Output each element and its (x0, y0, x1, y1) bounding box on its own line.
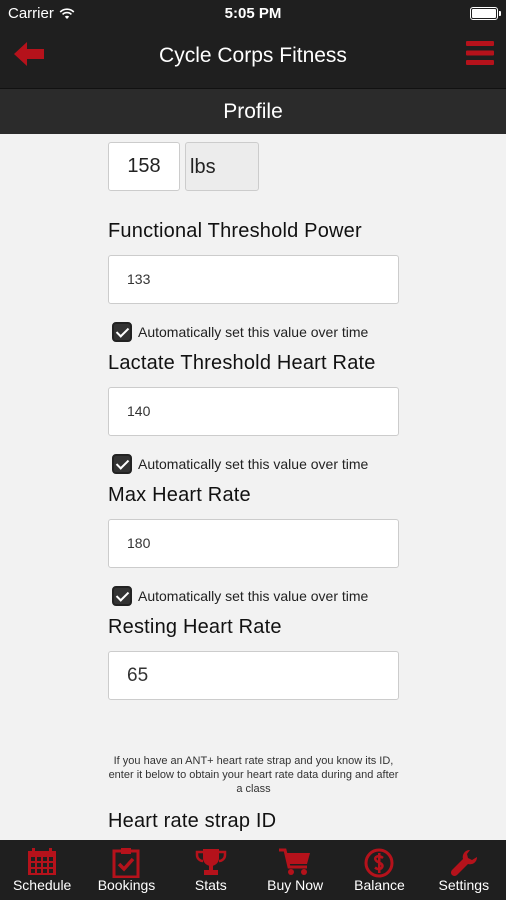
tab-schedule[interactable]: Schedule (0, 840, 84, 900)
hamburger-menu-icon[interactable] (466, 40, 494, 66)
clock: 5:05 PM (224, 5, 282, 22)
strap-id-label: Heart rate strap ID (108, 810, 277, 832)
lthr-auto-checkbox-row[interactable]: Automatically set this value over time (112, 454, 368, 474)
tab-buy-now[interactable]: Buy Now (253, 840, 337, 900)
ftp-label: Functional Threshold Power (108, 220, 362, 242)
app-title: Cycle Corps Fitness (159, 44, 347, 67)
ftp-auto-label: Automatically set this value over time (138, 324, 369, 340)
weight-input[interactable]: 158 (108, 142, 180, 191)
status-bar: Carrier 5:05 PM (0, 0, 506, 28)
tab-schedule-label: Schedule (12, 877, 72, 893)
tab-balance-label: Balance (354, 877, 405, 893)
page-title: Profile (223, 100, 283, 123)
trophy-icon (195, 849, 227, 875)
cart-icon (279, 848, 311, 875)
tab-settings[interactable]: Settings (422, 840, 506, 900)
dollar-icon (364, 848, 394, 878)
max-hr-label: Max Heart Rate (108, 484, 251, 506)
lthr-auto-label: Automatically set this value over time (138, 456, 369, 472)
lthr-input[interactable]: 140 (108, 387, 399, 436)
profile-form[interactable]: 158 lbs Functional Threshold Power 133 A… (0, 134, 506, 840)
max-hr-auto-label: Automatically set this value over time (138, 588, 369, 604)
tab-bookings[interactable]: Bookings (84, 840, 168, 900)
max-hr-input[interactable]: 180 (108, 519, 399, 568)
ftp-auto-checkbox-row[interactable]: Automatically set this value over time (112, 322, 368, 342)
weight-unit-selector[interactable]: lbs (185, 142, 259, 191)
nav-bar: Cycle Corps Fitness (0, 28, 506, 88)
max-hr-auto-checkbox-row[interactable]: Automatically set this value over time (112, 586, 368, 606)
clipboard-check-icon (112, 848, 140, 878)
tab-bar: Schedule Bookings Stats Buy Now Balance … (0, 840, 506, 900)
battery-icon (470, 7, 501, 20)
strap-info-text: If you have an ANT+ heart rate strap and… (108, 755, 399, 795)
calendar-icon (28, 848, 57, 875)
wrench-icon (450, 849, 477, 877)
max-hr-auto-checkbox[interactable] (112, 586, 132, 606)
tab-stats[interactable]: Stats (169, 840, 253, 900)
ftp-auto-checkbox[interactable] (112, 322, 132, 342)
lthr-label: Lactate Threshold Heart Rate (108, 352, 376, 374)
tab-bookings-label: Bookings (97, 877, 156, 893)
ftp-input[interactable]: 133 (108, 255, 399, 304)
section-header: Profile (0, 88, 506, 134)
tab-balance[interactable]: Balance (337, 840, 421, 900)
tab-buy-now-label: Buy Now (267, 877, 324, 893)
resting-hr-label: Resting Heart Rate (108, 616, 282, 638)
resting-hr-input[interactable]: 65 (108, 651, 399, 700)
tab-settings-label: Settings (438, 877, 490, 893)
tab-stats-label: Stats (194, 877, 227, 893)
lthr-auto-checkbox[interactable] (112, 454, 132, 474)
